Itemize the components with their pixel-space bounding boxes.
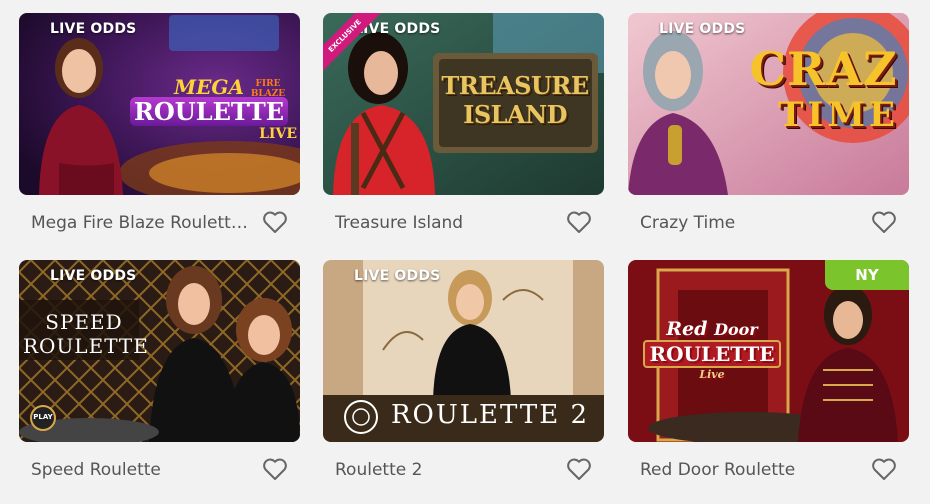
live-odds-badge: LIVE ODDS [659, 21, 746, 37]
card-title-row: Mega Fire Blaze Roulette Live [19, 206, 300, 240]
game-logo: Red Door ROULETTE Live [632, 318, 792, 381]
game-title[interactable]: Roulette 2 [335, 460, 560, 480]
heart-outline-icon[interactable] [262, 457, 288, 481]
logo-line: Door [714, 320, 758, 339]
logo-line: ROULETTE [23, 334, 149, 358]
logo-line: Live [699, 368, 725, 381]
game-card-mega-fire-blaze[interactable]: LIVE ODDS MEGA FIRE BLAZE ROULETTE LIVE … [19, 13, 300, 233]
game-thumbnail[interactable]: EXCLUSIVE LIVE ODDS TREASURE ISLAND [323, 13, 604, 195]
heart-outline-icon[interactable] [566, 210, 592, 234]
game-title[interactable]: Red Door Roulette [640, 460, 865, 480]
game-logo: MEGA FIRE BLAZE ROULETTE LIVE [119, 75, 299, 142]
game-card-treasure-island[interactable]: EXCLUSIVE LIVE ODDS TREASURE ISLAND Trea… [323, 13, 604, 233]
live-odds-badge: LIVE ODDS [50, 268, 137, 284]
card-title-row: Speed Roulette [19, 453, 300, 487]
logo-line: TREASURE [441, 71, 589, 100]
game-title[interactable]: Crazy Time [640, 213, 865, 233]
game-logo: ROULETTE 2 [385, 400, 595, 430]
play-label: PLAY [33, 413, 53, 421]
ny-badge: NY [825, 260, 909, 290]
game-logo: CRAZ TIME [736, 43, 909, 135]
game-card-roulette-2[interactable]: LIVE ODDS ROULETTE 2 Roulette 2 [323, 260, 604, 480]
game-title[interactable]: Speed Roulette [31, 460, 256, 480]
logo-line: ISLAND [463, 100, 567, 129]
heart-outline-icon[interactable] [871, 457, 897, 481]
logo-line: CRAZ [749, 42, 898, 96]
game-card-speed-roulette[interactable]: LIVE ODDS SPEED ROULETTE PLAY Speed Roul… [19, 260, 300, 480]
logo-line: ROULETTE [129, 97, 289, 126]
heart-outline-icon[interactable] [262, 210, 288, 234]
logo-line: LIVE [259, 126, 297, 142]
logo-line: FIRE BLAZE [250, 79, 286, 99]
card-title-row: Crazy Time [628, 206, 909, 240]
game-logo: SPEED ROULETTE [23, 310, 149, 358]
game-thumbnail[interactable]: NY Red Door ROULETTE Live [628, 260, 909, 442]
card-title-row: Red Door Roulette [628, 453, 909, 487]
card-title-row: Treasure Island [323, 206, 604, 240]
live-odds-badge: LIVE ODDS [354, 268, 441, 284]
heart-outline-icon[interactable] [566, 457, 592, 481]
logo-line: SPEED [45, 310, 123, 334]
logo-line: ROULETTE [643, 340, 781, 368]
game-thumbnail[interactable]: LIVE ODDS ROULETTE 2 [323, 260, 604, 442]
logo-line: Red [666, 318, 708, 340]
game-logo: TREASURE ISLAND [431, 71, 599, 129]
game-card-crazy-time[interactable]: LIVE ODDS CRAZ TIME Crazy Time [628, 13, 909, 233]
game-title[interactable]: Mega Fire Blaze Roulette Live [31, 213, 256, 233]
logo-line: ROULETTE 2 [390, 400, 589, 430]
heart-outline-icon[interactable] [871, 210, 897, 234]
game-card-red-door-roulette[interactable]: NY Red Door ROULETTE Live Red Door Roule… [628, 260, 909, 480]
game-thumbnail[interactable]: LIVE ODDS SPEED ROULETTE PLAY [19, 260, 300, 442]
card-title-row: Roulette 2 [323, 453, 604, 487]
live-odds-badge: LIVE ODDS [50, 21, 137, 37]
logo-line: TIME [778, 95, 899, 135]
game-title[interactable]: Treasure Island [335, 213, 560, 233]
game-thumbnail[interactable]: LIVE ODDS CRAZ TIME [628, 13, 909, 195]
game-grid: LIVE ODDS MEGA FIRE BLAZE ROULETTE LIVE … [0, 0, 930, 504]
game-thumbnail[interactable]: LIVE ODDS MEGA FIRE BLAZE ROULETTE LIVE [19, 13, 300, 195]
